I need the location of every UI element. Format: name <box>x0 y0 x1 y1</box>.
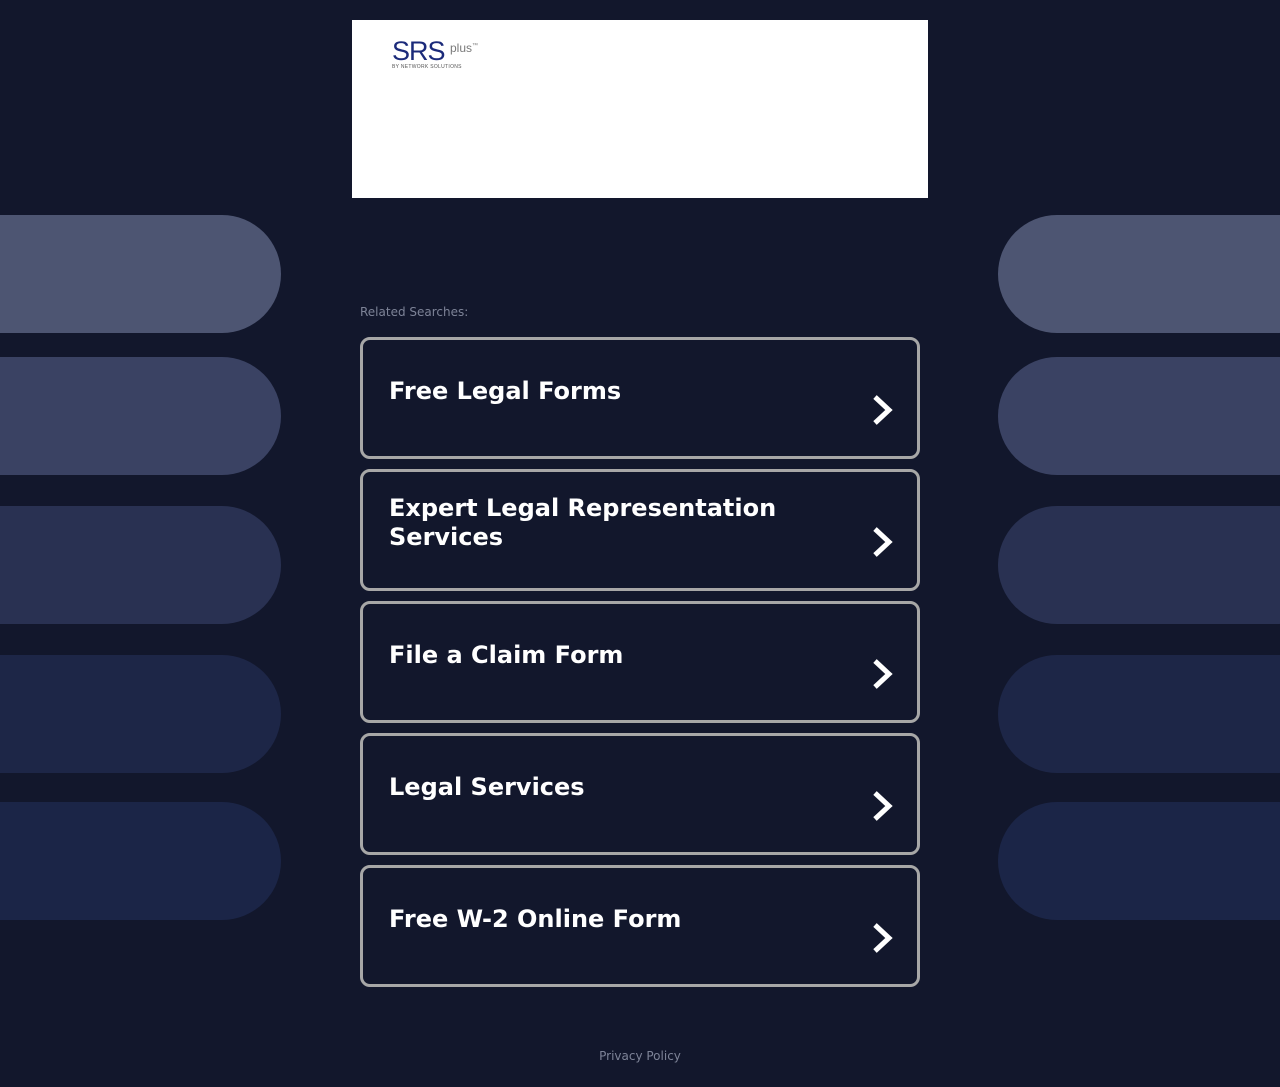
chevron-right-icon <box>873 527 893 557</box>
search-link-file-a-claim-form[interactable]: File a Claim Form <box>360 601 920 723</box>
decorative-pill <box>998 655 1280 773</box>
decorative-pill <box>998 802 1280 920</box>
decorative-pill <box>0 802 281 920</box>
search-link-label: Expert Legal Representation Services <box>389 494 777 551</box>
logo-byline: BY NETWORK SOLUTIONS <box>392 64 462 70</box>
footer: Privacy Policy <box>0 1049 1280 1064</box>
search-link-legal-services[interactable]: Legal Services <box>360 733 920 855</box>
srsplus-logo[interactable]: SRS plus™ BY NETWORK SOLUTIONS <box>392 36 492 72</box>
search-link-label: Free Legal Forms <box>389 376 622 405</box>
search-link-label: File a Claim Form <box>389 640 624 669</box>
logo-plus-text: plus™ <box>450 41 479 55</box>
logo-banner: SRS plus™ BY NETWORK SOLUTIONS <box>352 20 928 198</box>
chevron-right-icon <box>873 791 893 821</box>
privacy-policy-link[interactable]: Privacy Policy <box>599 1049 681 1063</box>
search-link-free-legal-forms[interactable]: Free Legal Forms <box>360 337 920 459</box>
decorative-pill <box>0 215 281 333</box>
search-link-free-w2-online-form[interactable]: Free W-2 Online Form <box>360 865 920 987</box>
search-link-expert-legal-representation-services[interactable]: Expert Legal Representation Services <box>360 469 920 591</box>
decorative-pill <box>0 357 281 475</box>
search-link-label: Legal Services <box>389 772 585 801</box>
decorative-pill <box>998 215 1280 333</box>
decorative-pill <box>0 655 281 773</box>
search-link-label: Free W-2 Online Form <box>389 904 682 933</box>
page: SRS plus™ BY NETWORK SOLUTIONS Related S… <box>0 0 1280 1087</box>
chevron-right-icon <box>873 923 893 953</box>
related-searches-list: Free Legal Forms Expert Legal Representa… <box>360 337 920 997</box>
related-searches-label: Related Searches: <box>360 305 469 319</box>
chevron-right-icon <box>873 659 893 689</box>
decorative-pill <box>0 506 281 624</box>
chevron-right-icon <box>873 395 893 425</box>
logo-main-text: SRS <box>392 36 446 66</box>
decorative-pill <box>998 357 1280 475</box>
decorative-pill <box>998 506 1280 624</box>
